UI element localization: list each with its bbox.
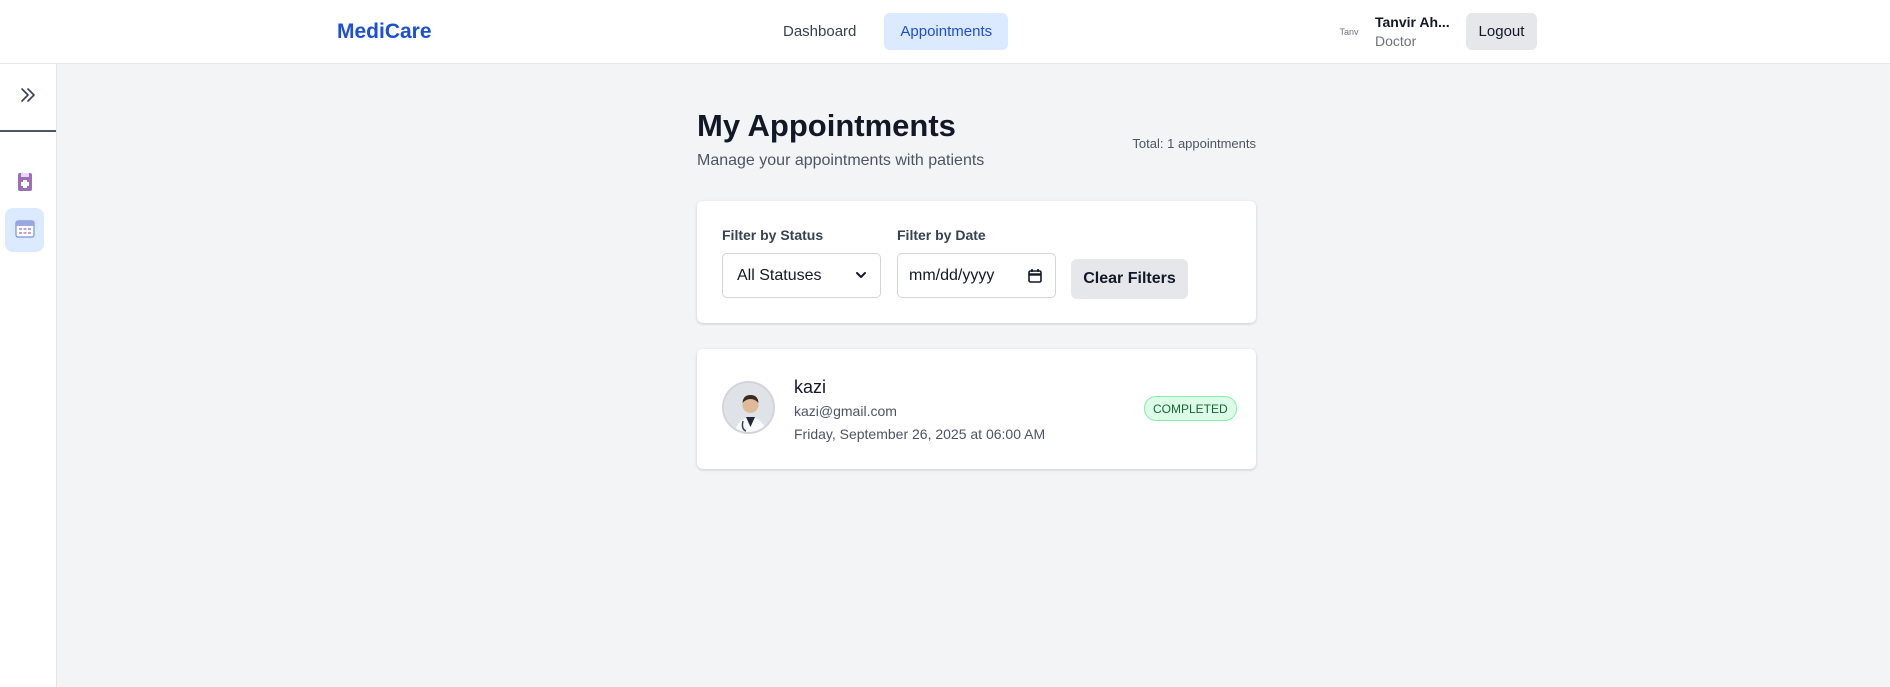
filter-panel: Filter by Status All Statuses Filter by … — [697, 201, 1256, 323]
status-filter-select[interactable]: All Statuses — [722, 253, 881, 298]
sidebar-item-records[interactable] — [5, 162, 44, 206]
user-info: Tanvir Ah... Doctor — [1375, 14, 1450, 49]
page-header: My Appointments Manage your appointments… — [697, 108, 1256, 170]
patient-email: kazi@gmail.com — [794, 403, 897, 419]
main-nav: Dashboard Appointments — [767, 13, 1009, 50]
nav-appointments[interactable]: Appointments — [884, 13, 1009, 50]
appointments-total: Total: 1 appointments — [1132, 136, 1256, 151]
sidebar — [0, 64, 57, 687]
user-profile: Tanv Tanvir Ah... Doctor — [1335, 14, 1450, 49]
chevron-down-icon — [854, 268, 868, 287]
nav-dashboard[interactable]: Dashboard — [767, 13, 872, 50]
user-role: Doctor — [1375, 33, 1417, 49]
patient-avatar — [722, 381, 775, 434]
top-navbar: MediCare Dashboard Appointments Tanv Tan… — [0, 0, 1890, 64]
sidebar-item-appointments[interactable] — [5, 208, 44, 252]
double-chevron-right-icon — [19, 86, 37, 109]
date-filter-input[interactable]: mm/dd/yyyy — [897, 253, 1056, 298]
user-name: Tanvir Ah... — [1375, 14, 1450, 30]
date-filter-placeholder: mm/dd/yyyy — [909, 266, 995, 284]
patient-name: kazi — [794, 377, 827, 397]
status-filter-label: Filter by Status — [722, 227, 824, 243]
clear-filters-button[interactable]: Clear Filters — [1071, 259, 1188, 299]
medical-records-icon — [16, 172, 34, 197]
calendar-icon — [14, 218, 35, 243]
status-badge: COMPLETED — [1144, 396, 1237, 421]
page-subtitle: Manage your appointments with patients — [697, 152, 985, 169]
user-avatar: Tanv — [1339, 26, 1359, 37]
appointment-card[interactable]: kazi kazi@gmail.com Friday, September 26… — [697, 349, 1256, 469]
appointment-datetime: Friday, September 26, 2025 at 06:00 AM — [794, 426, 1046, 442]
logout-button[interactable]: Logout — [1466, 13, 1537, 50]
status-filter-value: All Statuses — [737, 266, 822, 284]
calendar-picker-icon[interactable] — [1027, 268, 1043, 289]
brand-logo[interactable]: MediCare — [337, 20, 432, 44]
sidebar-toggle-button[interactable] — [0, 64, 56, 132]
date-filter-label: Filter by Date — [897, 227, 986, 243]
